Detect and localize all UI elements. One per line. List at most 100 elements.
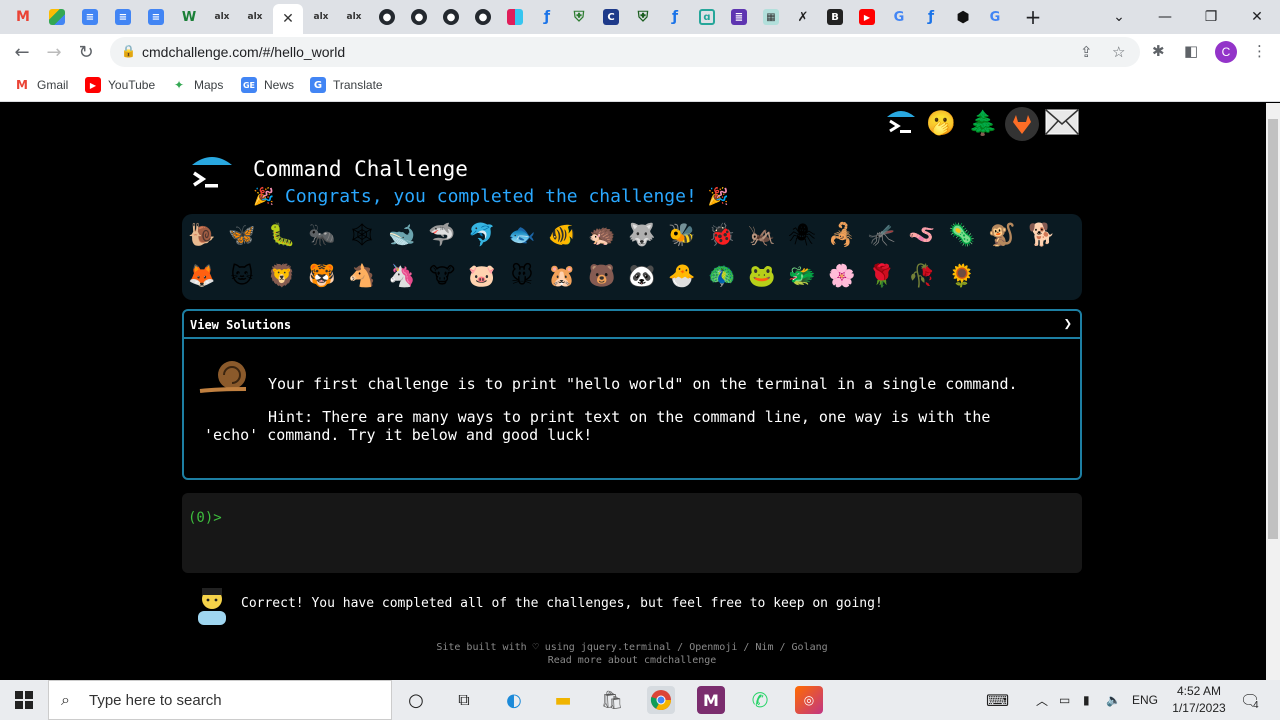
- challenge-creature-2-19[interactable]: 🥀: [906, 260, 938, 292]
- challenge-creature-1-18[interactable]: 🦟: [866, 219, 898, 251]
- minimize-button[interactable]: —: [1142, 0, 1188, 34]
- page-scrollbar[interactable]: [1266, 103, 1280, 680]
- keyboard-icon[interactable]: ⌨: [986, 680, 1009, 720]
- tab-github-2[interactable]: ●: [404, 4, 434, 30]
- tab-github-1[interactable]: ●: [372, 4, 402, 30]
- challenge-creature-2-14[interactable]: 🦚: [706, 260, 738, 292]
- whatsapp-icon[interactable]: ✆: [746, 686, 774, 714]
- side-panel-icon[interactable]: ◧: [1184, 42, 1198, 60]
- mail-icon[interactable]: [1045, 109, 1079, 139]
- avatar[interactable]: C: [1215, 41, 1237, 63]
- creative-cloud-icon[interactable]: ◎: [795, 686, 823, 714]
- clock[interactable]: 4:52 AM 1/17/2023: [1166, 683, 1232, 717]
- extensions-icon[interactable]: ✱: [1152, 42, 1165, 60]
- edge-icon[interactable]: ◐: [500, 686, 528, 714]
- url-text[interactable]: cmdchallenge.com/#/hello_world: [142, 44, 345, 60]
- challenge-creature-2-4[interactable]: 🐯: [306, 260, 338, 292]
- gitlab-icon[interactable]: [1005, 107, 1039, 145]
- bookmark-translate[interactable]: G Translate: [310, 77, 383, 93]
- tab-info-2[interactable]: ƒ: [660, 4, 690, 30]
- terminal-prompt[interactable]: (0)>: [188, 510, 222, 526]
- cortana-icon[interactable]: ○: [402, 686, 430, 714]
- challenge-creature-1-13[interactable]: 🐝: [666, 219, 698, 251]
- challenge-creature-1-14[interactable]: 🐞: [706, 219, 738, 251]
- challenge-creature-2-8[interactable]: 🐷: [466, 260, 498, 292]
- challenge-creature-1-1[interactable]: 🐌: [186, 219, 218, 251]
- store-icon[interactable]: 🛍: [598, 686, 626, 714]
- close-icon[interactable]: ✕: [280, 11, 296, 27]
- tree-icon[interactable]: 🌲: [968, 109, 998, 137]
- challenge-creature-2-2[interactable]: 🐱: [226, 260, 258, 292]
- chevron-right-icon[interactable]: ❯: [1064, 316, 1072, 332]
- tab-shield-1[interactable]: ⛨: [564, 4, 594, 30]
- bookmark-news[interactable]: GE News: [241, 77, 294, 93]
- challenge-creature-1-9[interactable]: 🐟: [506, 219, 538, 251]
- file-explorer-icon[interactable]: ▬: [549, 686, 577, 714]
- challenge-creature-2-11[interactable]: 🐻: [586, 260, 618, 292]
- challenge-creature-2-1[interactable]: 🦊: [186, 260, 218, 292]
- tab-info-1[interactable]: ƒ: [532, 4, 562, 30]
- challenge-creature-2-10[interactable]: 🐹: [546, 260, 578, 292]
- bookmark-maps[interactable]: ✦ Maps: [171, 77, 223, 93]
- tab-docs-1[interactable]: ≡: [75, 4, 105, 30]
- volume-icon[interactable]: 🔈: [1106, 680, 1121, 720]
- challenge-creature-1-20[interactable]: 🦠: [946, 219, 978, 251]
- meet-now-icon[interactable]: ▭: [1059, 680, 1070, 720]
- lock-icon[interactable]: 🔒: [121, 44, 136, 58]
- chrome-icon[interactable]: [647, 686, 675, 714]
- challenge-creature-1-8[interactable]: 🐬: [466, 219, 498, 251]
- tab-github-3[interactable]: ●: [436, 4, 466, 30]
- bookmark-gmail[interactable]: M Gmail: [14, 77, 68, 93]
- task-view-icon[interactable]: ⧉: [450, 686, 478, 714]
- tray-chevron-icon[interactable]: ︿: [1036, 680, 1048, 720]
- challenge-creature-2-20[interactable]: 🌻: [946, 260, 978, 292]
- tab-list[interactable]: ≣: [724, 4, 754, 30]
- tab-gmail[interactable]: M: [8, 4, 38, 30]
- app-m-icon[interactable]: M: [697, 686, 725, 714]
- challenge-creature-1-11[interactable]: 🦔: [586, 219, 618, 251]
- challenge-creature-2-6[interactable]: 🦄: [386, 260, 418, 292]
- address-bar[interactable]: 🔒 cmdchallenge.com/#/hello_world ⇪ ☆: [110, 37, 1140, 67]
- reload-button[interactable]: ↻: [74, 40, 98, 64]
- scroll-thumb[interactable]: [1268, 119, 1278, 539]
- tab-app[interactable]: ɑ: [692, 4, 722, 30]
- challenge-creature-1-3[interactable]: 🐛: [266, 219, 298, 251]
- tab-github-4[interactable]: ●: [468, 4, 498, 30]
- tab-shield-2[interactable]: ⛨: [628, 4, 658, 30]
- tab-docs-2[interactable]: ≡: [108, 4, 138, 30]
- bookmark-star-icon[interactable]: ☆: [1112, 43, 1125, 61]
- face-icon[interactable]: 🫢: [926, 109, 956, 137]
- tab-alx-4[interactable]: alx: [339, 4, 369, 30]
- tab-docs-3[interactable]: ≡: [141, 4, 171, 30]
- language-indicator[interactable]: ENG: [1132, 680, 1158, 720]
- tab-youtube[interactable]: ▶: [852, 4, 882, 30]
- challenge-creature-1-4[interactable]: 🐜: [306, 219, 338, 251]
- challenge-creature-2-15[interactable]: 🐸: [746, 260, 778, 292]
- tab-google-1[interactable]: G: [884, 4, 914, 30]
- challenge-creature-2-9[interactable]: 🐭: [506, 260, 538, 292]
- tab-hex[interactable]: ⬢: [948, 4, 978, 30]
- challenge-creature-1-6[interactable]: 🐋: [386, 219, 418, 251]
- terminal[interactable]: (0)>: [182, 493, 1082, 573]
- tab-alx-1[interactable]: alx: [207, 4, 237, 30]
- tab-alx-3[interactable]: alx: [306, 4, 336, 30]
- challenge-creature-2-13[interactable]: 🐣: [666, 260, 698, 292]
- share-icon[interactable]: ⇪: [1080, 43, 1093, 61]
- back-button[interactable]: ←: [10, 40, 34, 64]
- challenge-creature-1-7[interactable]: 🦈: [426, 219, 458, 251]
- tab-info-3[interactable]: ƒ: [916, 4, 946, 30]
- tab-alx-2[interactable]: alx: [240, 4, 270, 30]
- forward-button[interactable]: →: [42, 40, 66, 64]
- challenge-creature-1-17[interactable]: 🦂: [826, 219, 858, 251]
- challenge-creature-2-12[interactable]: 🐼: [626, 260, 658, 292]
- windows-start-icon[interactable]: [10, 686, 38, 714]
- challenge-creature-1-21[interactable]: 🐒: [986, 219, 1018, 251]
- tab-google-2[interactable]: G: [980, 4, 1010, 30]
- challenge-creature-1-12[interactable]: 🐺: [626, 219, 658, 251]
- tab-map[interactable]: ▦: [756, 4, 786, 30]
- tab-wikipedia[interactable]: W: [174, 4, 204, 30]
- tab-c[interactable]: C: [596, 4, 626, 30]
- restore-button[interactable]: ❐: [1188, 0, 1234, 34]
- challenge-creature-1-15[interactable]: 🦗: [746, 219, 778, 251]
- tab-drive[interactable]: [42, 4, 72, 30]
